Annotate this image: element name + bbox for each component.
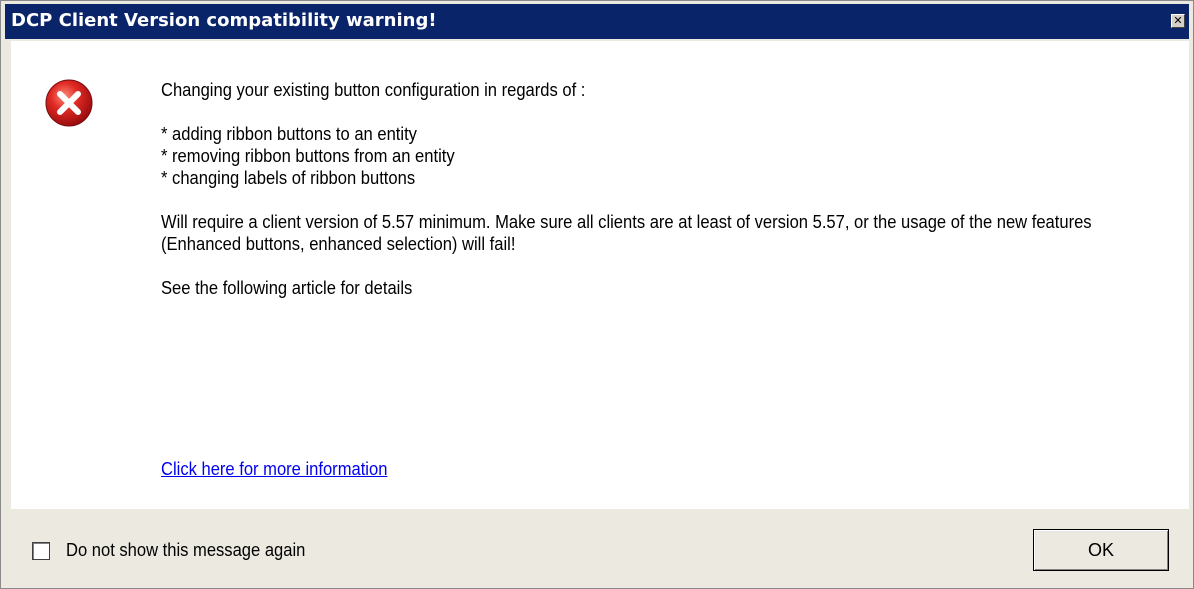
close-button[interactable]: ✕ — [1171, 14, 1185, 28]
message-intro: Changing your existing button configurat… — [161, 80, 586, 100]
message-article-note: See the following article for details — [161, 278, 413, 298]
more-info-link[interactable]: Click here for more information — [161, 459, 387, 480]
dialog-footer: Do not show this message again OK — [11, 509, 1189, 587]
error-icon — [45, 79, 93, 127]
close-icon: ✕ — [1173, 14, 1183, 27]
dialog-window: DCP Client Version compatibility warning… — [0, 0, 1194, 589]
message-item: * changing labels of ribbon buttons — [161, 168, 416, 188]
dialog-title: DCP Client Version compatibility warning… — [11, 10, 437, 31]
ok-button[interactable]: OK — [1033, 529, 1169, 571]
message-item: * adding ribbon buttons to an entity — [161, 124, 417, 144]
title-bar[interactable]: DCP Client Version compatibility warning… — [5, 4, 1189, 39]
dont-show-again-checkbox[interactable] — [32, 542, 50, 560]
message-text: Changing your existing button configurat… — [161, 79, 1099, 299]
message-area: Changing your existing button configurat… — [11, 41, 1189, 509]
dont-show-again-label[interactable]: Do not show this message again — [66, 540, 305, 561]
message-requirement: Will require a client version of 5.57 mi… — [161, 212, 1092, 254]
message-item: * removing ribbon buttons from an entity — [161, 146, 455, 166]
